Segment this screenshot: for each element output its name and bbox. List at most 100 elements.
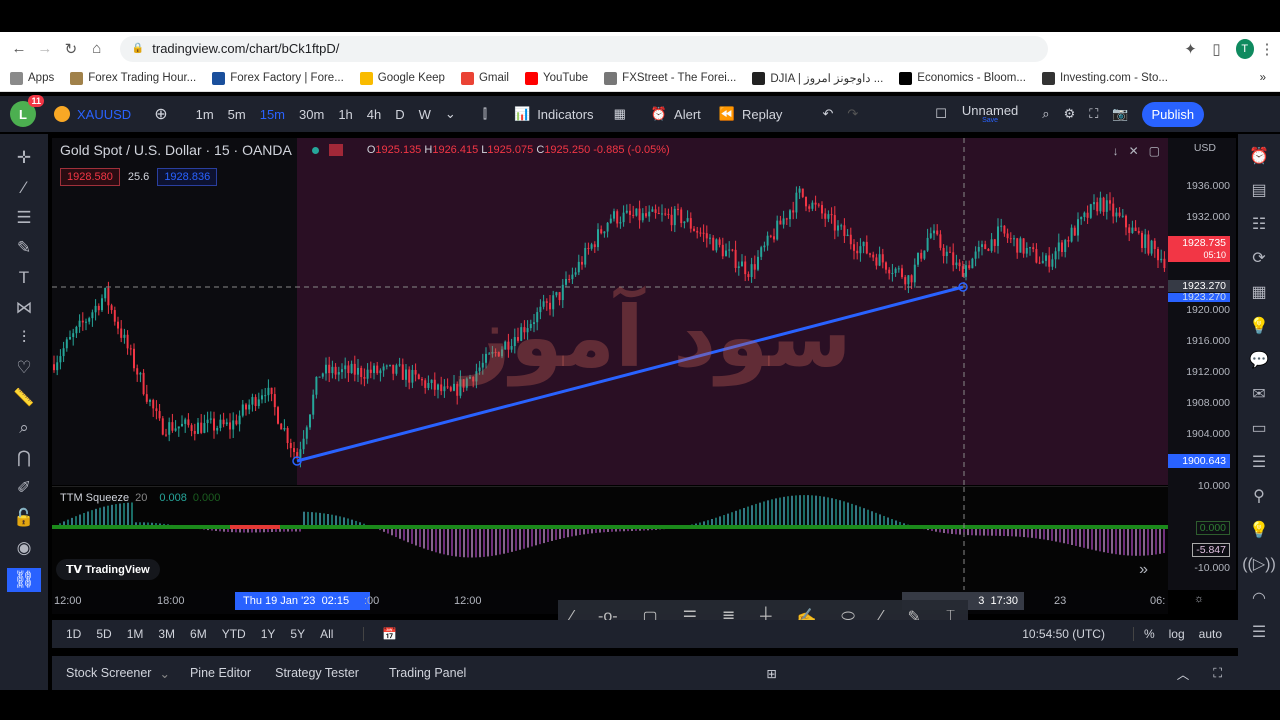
currency-select[interactable]: USD: [1194, 142, 1216, 154]
heart-icon[interactable]: ♡: [16, 358, 31, 378]
bookmark[interactable]: DJIA | داوجونز امروز ...: [752, 71, 883, 85]
range-All[interactable]: All: [320, 627, 333, 641]
profile-avatar[interactable]: T: [1235, 38, 1255, 59]
pattern-icon[interactable]: ⋈: [16, 298, 33, 318]
magnet-icon[interactable]: ⋂: [17, 448, 31, 468]
range-1Y[interactable]: 1Y: [261, 627, 276, 641]
tab-stock-screener[interactable]: Stock Screener: [66, 666, 151, 680]
range-3M[interactable]: 3M: [158, 627, 175, 641]
home-icon[interactable]: ⌂: [84, 40, 110, 57]
ideas-icon[interactable]: ✉: [1252, 384, 1265, 404]
interval-4h[interactable]: 4h: [367, 107, 381, 122]
bookmark[interactable]: Gmail: [460, 71, 509, 85]
help-icon[interactable]: ☰: [1252, 622, 1266, 642]
bookmark[interactable]: Forex Trading Hour...: [70, 71, 196, 85]
interval-D[interactable]: D: [395, 107, 404, 122]
zoom-icon[interactable]: ⌕: [19, 418, 29, 438]
gear-icon[interactable]: ⚙: [1064, 106, 1076, 122]
sidepanel-icon[interactable]: ▯: [1204, 40, 1230, 58]
bookmark[interactable]: Investing.com - Sto...: [1041, 71, 1168, 85]
reload-icon[interactable]: ↻: [58, 40, 84, 58]
maximize-icon[interactable]: ▢: [1149, 144, 1160, 158]
menu-icon[interactable]: ⋮: [1254, 40, 1280, 58]
more-bookmarks-icon[interactable]: »: [1260, 72, 1266, 84]
lock-icon[interactable]: 🔓: [13, 508, 34, 528]
fib-icon[interactable]: ☰: [16, 208, 31, 228]
range-1M[interactable]: 1M: [127, 627, 144, 641]
stream-icon[interactable]: ◠: [1252, 588, 1266, 608]
auto-toggle[interactable]: auto: [1199, 627, 1222, 641]
bookmark[interactable]: Economics - Bloom...: [899, 71, 1026, 85]
camera-icon[interactable]: 📷: [1112, 106, 1128, 122]
range-6M[interactable]: 6M: [190, 627, 207, 641]
goto-date-icon[interactable]: 📅: [363, 627, 397, 641]
alerts-icon[interactable]: ▤: [1251, 180, 1266, 200]
brush-icon[interactable]: ✎: [17, 238, 31, 258]
text-icon[interactable]: T: [19, 268, 29, 288]
scroll-right-button[interactable]: »: [1139, 561, 1148, 579]
crosshair-icon[interactable]: ✛: [17, 148, 31, 168]
publish-button[interactable]: Publish: [1141, 101, 1205, 127]
interval-30m[interactable]: 30m: [299, 107, 324, 122]
collapse-panel-icon[interactable]: ︿: [1177, 664, 1190, 683]
bookmark[interactable]: Forex Factory | Fore...: [212, 71, 344, 85]
chevron-down-icon[interactable]: ⌄: [159, 666, 169, 681]
forecast-icon[interactable]: ⫶: [22, 328, 26, 348]
back-icon[interactable]: ←: [6, 40, 32, 57]
price-axis[interactable]: USD 1936.000 1932.000 1920.000 1916.000 1912…: [1168, 138, 1236, 590]
refresh-icon[interactable]: 💡: [1249, 316, 1269, 336]
trendline-icon[interactable]: ⁄: [23, 178, 26, 198]
forward-icon[interactable]: →: [32, 40, 58, 57]
eye-icon[interactable]: ◉: [17, 538, 32, 558]
buy-button[interactable]: 1928.836: [157, 168, 218, 186]
download-icon[interactable]: ↓: [1113, 144, 1119, 158]
add-panel-icon[interactable]: ⊞: [766, 666, 776, 681]
tab-strategy-tester[interactable]: Strategy Tester: [275, 666, 359, 680]
sell-button[interactable]: 1928.580: [60, 168, 120, 186]
collapse-icon[interactable]: ✕: [1129, 144, 1139, 158]
bookmark[interactable]: YouTube: [524, 71, 588, 85]
hotlist-icon[interactable]: ⟳: [1252, 248, 1265, 268]
chat-icon[interactable]: ▭: [1251, 418, 1266, 438]
data-window-icon[interactable]: ☷: [1252, 214, 1266, 234]
indicators-button[interactable]: Indicators: [537, 107, 593, 122]
link-icon[interactable]: ⛓: [7, 568, 41, 592]
alert-button[interactable]: Alert: [674, 107, 701, 122]
candle-type-icon[interactable]: ⫿: [483, 106, 487, 122]
templates-icon[interactable]: ▦: [614, 106, 626, 122]
clock[interactable]: 10:54:50 (UTC): [1022, 627, 1105, 641]
bookmark[interactable]: Google Keep: [359, 71, 445, 85]
chart-title[interactable]: Gold Spot / U.S. Dollar · 15 · OANDA: [60, 142, 292, 158]
indicator-name[interactable]: TTM Squeeze: [60, 492, 129, 504]
chat-icon[interactable]: ☰: [1252, 452, 1266, 472]
bookmark[interactable]: Apps: [10, 71, 54, 85]
compare-icon[interactable]: ⊕: [154, 104, 167, 124]
maximize-panel-icon[interactable]: ⛶: [1213, 666, 1222, 681]
interval-15m[interactable]: 15m: [260, 107, 285, 122]
bulb-icon[interactable]: ((▷)): [1242, 554, 1276, 574]
log-toggle[interactable]: log: [1169, 627, 1185, 641]
undo-icon[interactable]: ↶: [822, 106, 833, 122]
layout-name[interactable]: Unnamed Save: [962, 104, 1018, 124]
tab-pine-editor[interactable]: Pine Editor: [190, 666, 251, 680]
extensions-icon[interactable]: ✦: [1178, 40, 1204, 58]
bookmark[interactable]: FXStreet - The Forei...: [604, 71, 736, 85]
calendar-icon[interactable]: 💬: [1249, 350, 1269, 370]
interval-W[interactable]: W: [419, 107, 431, 122]
watchlist-icon[interactable]: ⏰: [1249, 146, 1269, 166]
calendar-icon[interactable]: ▦: [1251, 282, 1266, 302]
url-bar[interactable]: 🔒 tradingview.com/chart/bCk1ftpD/: [119, 35, 1048, 62]
notes-icon[interactable]: 💡: [1249, 520, 1269, 540]
chevron-down-icon[interactable]: ⌄: [445, 106, 456, 122]
percent-toggle[interactable]: %: [1132, 627, 1155, 641]
layout-icon[interactable]: ☐: [935, 106, 947, 122]
replay-button[interactable]: Replay: [742, 107, 782, 122]
chat-icon[interactable]: ⚲: [1253, 486, 1265, 506]
axis-settings-icon[interactable]: ☼: [1194, 593, 1204, 605]
redo-icon[interactable]: ↷: [847, 106, 858, 122]
tab-trading-panel[interactable]: Trading Panel: [389, 666, 466, 680]
price-chart[interactable]: سود آموز Gold Spot / U.S. Dollar · 15 · …: [52, 138, 1168, 485]
fullscreen-icon[interactable]: ⛶: [1089, 106, 1098, 122]
range-1D[interactable]: 1D: [66, 627, 81, 641]
interval-5m[interactable]: 5m: [228, 107, 246, 122]
